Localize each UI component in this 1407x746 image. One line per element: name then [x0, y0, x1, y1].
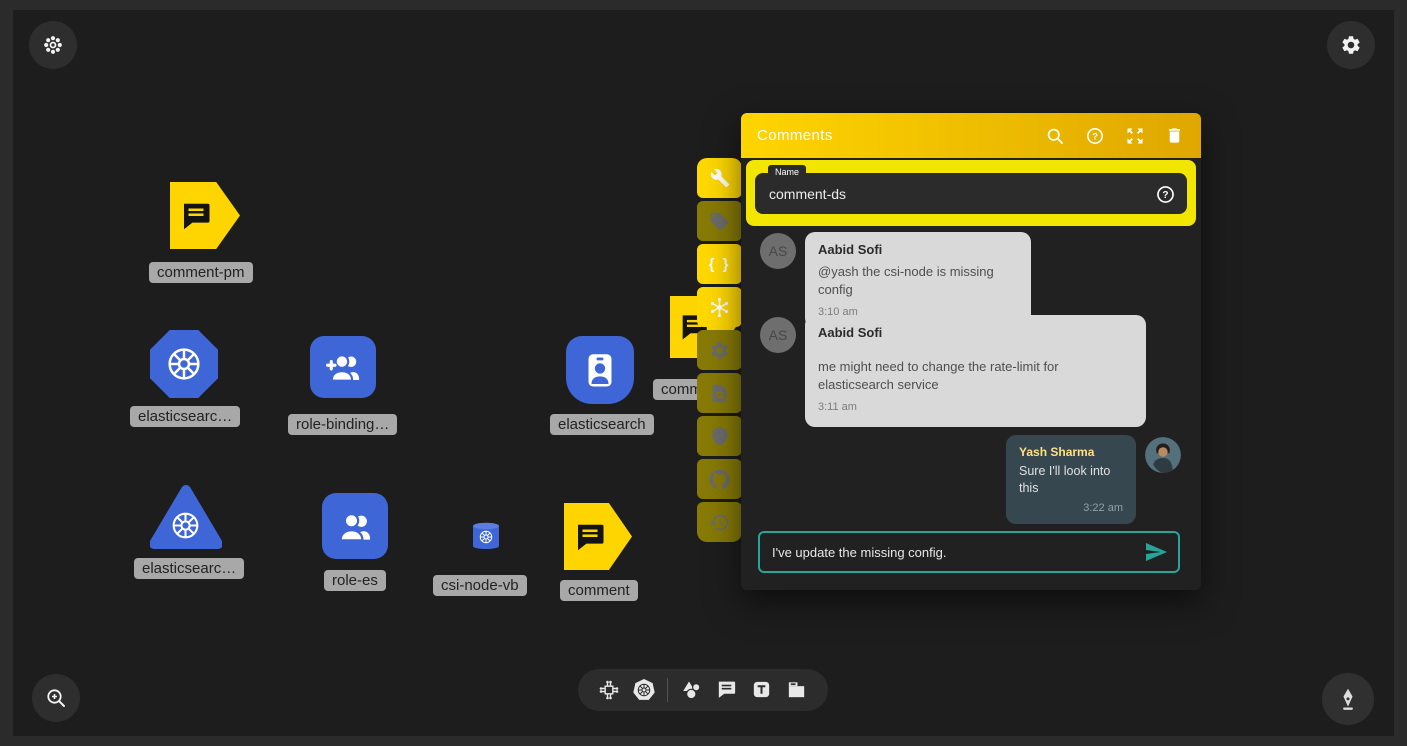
pen-nib-icon — [1335, 686, 1361, 712]
toolbar-item-kubernetes-hub[interactable] — [697, 287, 742, 327]
node-elasticsearch-serviceaccount[interactable] — [566, 336, 634, 404]
toolbar-item-doc-search[interactable] — [697, 373, 742, 413]
comments-panel-header[interactable]: Comments — [741, 113, 1201, 158]
comment-icon — [178, 198, 214, 234]
node-label: elasticsearc… — [130, 406, 240, 427]
message-author: Yash Sharma — [1019, 445, 1123, 459]
chat-message: Yash Sharma Sure I'll look into this 3:2… — [1006, 435, 1136, 524]
comments-panel: Comments Name AS Aabid Sofi @yash the cs… — [741, 113, 1201, 590]
app-menu-button[interactable] — [29, 21, 77, 69]
panel-title: Comments — [757, 127, 1025, 144]
avatar-photo — [1145, 437, 1181, 473]
search-icon[interactable] — [1045, 126, 1065, 146]
note-tool-icon[interactable] — [785, 678, 809, 702]
wrench-icon — [710, 168, 730, 188]
node-label: csi-node-vb — [433, 575, 527, 596]
message-time: 3:22 am — [1019, 502, 1123, 514]
node-role-binding[interactable] — [310, 336, 376, 398]
flower-icon — [41, 33, 65, 57]
message-text: Sure I'll look into this — [1019, 463, 1123, 497]
node-label: role-es — [324, 570, 386, 591]
node-label: elasticsearc… — [134, 558, 244, 579]
node-label: comment-pm — [149, 262, 253, 283]
chat-input-row — [758, 531, 1180, 573]
tag-icon — [709, 211, 730, 232]
gear-icon — [709, 340, 730, 361]
graph-view-icon[interactable] — [597, 678, 621, 702]
braces-icon: { } — [709, 256, 731, 273]
service-account-icon — [577, 347, 623, 393]
node-csi-node-vb[interactable] — [468, 518, 504, 554]
github-icon — [709, 469, 730, 490]
comment-tool-icon[interactable] — [715, 678, 739, 702]
node-role-es[interactable] — [322, 493, 388, 559]
node-label: comment — [560, 580, 638, 601]
toolbar-item-github[interactable] — [697, 459, 742, 499]
toolbar-item-settings[interactable] — [697, 330, 742, 370]
chat-input[interactable] — [760, 545, 1134, 560]
toolbar-divider — [667, 678, 668, 702]
help-icon[interactable] — [1155, 184, 1176, 205]
role-icon — [334, 505, 376, 547]
text-tool-icon[interactable] — [750, 678, 774, 702]
settings-button[interactable] — [1327, 21, 1375, 69]
role-binding-icon — [322, 346, 364, 388]
node-elasticsearch-triangle[interactable] — [150, 483, 222, 551]
document-search-icon — [709, 383, 730, 404]
kubernetes-hub-icon — [708, 296, 731, 319]
kanvas-app: comment-pm comm elasticsearc… role-bindi… — [0, 0, 1407, 746]
chat-message: Aabid Sofi me might need to change the r… — [805, 315, 1146, 427]
history-icon — [709, 512, 730, 533]
toolbar-item-security[interactable] — [697, 416, 742, 456]
expand-icon[interactable] — [1125, 126, 1145, 146]
message-author: Aabid Sofi — [818, 325, 1133, 340]
pen-tool-button[interactable] — [1322, 673, 1374, 725]
comment-icon — [572, 519, 608, 555]
message-text: me might need to change the rate-limit f… — [818, 358, 1133, 393]
send-icon[interactable] — [1144, 540, 1168, 564]
avatar: AS — [760, 317, 796, 353]
node-action-toolbar: { } — [697, 158, 742, 545]
shield-icon — [710, 426, 730, 446]
node-label: elasticsearch — [550, 414, 654, 435]
toolbar-item-labels[interactable] — [697, 201, 742, 241]
name-input[interactable] — [755, 173, 1187, 214]
message-time: 3:11 am — [818, 401, 1133, 413]
name-field-label: Name — [768, 165, 806, 179]
node-label: role-binding… — [288, 414, 397, 435]
zoom-in-icon — [44, 686, 68, 710]
help-icon[interactable] — [1085, 126, 1105, 146]
toolbar-item-configure[interactable] — [697, 158, 742, 198]
message-author: Aabid Sofi — [818, 242, 1018, 257]
kubernetes-icon — [164, 344, 204, 384]
toolbar-item-json[interactable]: { } — [697, 244, 742, 284]
canvas-tools-toolbar — [578, 669, 828, 711]
node-elasticsearch-octagon[interactable] — [150, 330, 218, 398]
trash-icon[interactable] — [1165, 126, 1185, 146]
kubernetes-icon[interactable] — [632, 678, 656, 702]
zoom-button[interactable] — [32, 674, 80, 722]
avatar: AS — [760, 233, 796, 269]
name-field-container: Name — [746, 160, 1196, 226]
gear-icon — [1340, 34, 1362, 56]
toolbar-item-history[interactable] — [697, 502, 742, 542]
shapes-icon[interactable] — [680, 678, 704, 702]
message-text: @yash the csi-node is missing config — [818, 263, 1018, 298]
chat-message: Aabid Sofi @yash the csi-node is missing… — [805, 232, 1031, 328]
